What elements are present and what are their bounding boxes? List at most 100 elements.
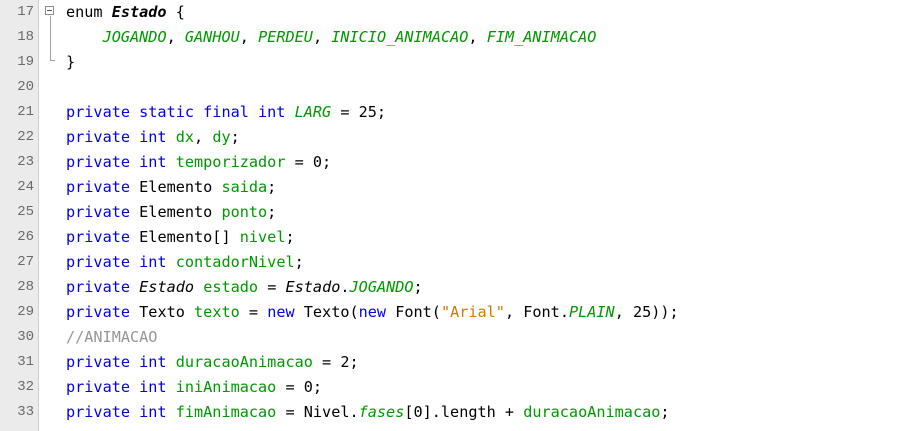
code-token: = 0; [276, 378, 323, 396]
code-token: saida [221, 178, 268, 196]
code-token: private [66, 178, 140, 196]
code-text: private Elemento[] nivel; [66, 225, 295, 250]
code-token: = 0; [285, 153, 332, 171]
code-token: ; [267, 203, 277, 221]
code-token: ; [285, 228, 295, 246]
code-token: private int [66, 403, 176, 421]
code-text: private static final int LARG = 25; [66, 100, 386, 125]
code-line[interactable]: 30 //ANIMACAO [0, 325, 911, 350]
code-text: private Elemento saida; [66, 175, 276, 200]
code-token: private int [66, 353, 176, 371]
code-token: temporizador [175, 153, 286, 171]
code-area[interactable]: 17 enum Estado {18 JOGANDO, GANHOU, PERDE… [0, 0, 911, 425]
line-number: 22 [17, 129, 34, 145]
fold-range-end [50, 60, 55, 61]
code-token: Elemento [139, 203, 222, 221]
line-number: 26 [17, 229, 34, 245]
code-text: private int iniAnimacao = 0; [66, 375, 322, 400]
code-line[interactable]: 20 [0, 75, 911, 100]
code-token: estado [203, 278, 259, 296]
code-token: private int [66, 128, 176, 146]
code-token: nivel [239, 228, 286, 246]
code-token: , Font. [504, 303, 569, 321]
code-token: new [358, 303, 396, 321]
code-line[interactable]: 31 private int duracaoAnimacao = 2; [0, 350, 911, 375]
code-token: FIM_ANIMACAO [486, 28, 597, 46]
code-token: private int [66, 378, 176, 396]
code-token: } [66, 53, 76, 71]
code-token: Elemento[] [139, 228, 240, 246]
line-number: 19 [17, 54, 34, 70]
line-number: 32 [17, 379, 34, 395]
code-line[interactable]: 23 private int temporizador = 0; [0, 150, 911, 175]
code-token: fases [358, 403, 405, 421]
code-token: duracaoAnimacao [523, 403, 661, 421]
code-line[interactable]: 18 JOGANDO, GANHOU, PERDEU, INICIO_ANIMA… [0, 25, 911, 50]
code-token: ; [230, 128, 240, 146]
code-token: INICIO_ANIMACAO [331, 28, 469, 46]
code-token: dx [175, 128, 195, 146]
code-token: . [340, 278, 350, 296]
code-line[interactable]: 28 private Estado estado = Estado.JOGANDO… [0, 275, 911, 300]
code-token: PLAIN [568, 303, 615, 321]
code-token: Estado [111, 3, 167, 21]
line-number: 23 [17, 154, 34, 170]
code-token: , [166, 28, 185, 46]
code-token: Estado [285, 278, 341, 296]
code-token: PERDEU [258, 28, 313, 46]
code-token: private [66, 303, 140, 321]
code-token: [0].length + [404, 403, 524, 421]
code-token: fimAnimacao [175, 403, 277, 421]
code-token: = Nivel. [276, 403, 359, 421]
code-token: , [312, 28, 332, 46]
code-token: = [258, 278, 286, 296]
code-text: private int dx, dy; [66, 125, 240, 150]
code-token: private [66, 278, 140, 296]
code-text: private int contadorNivel; [66, 250, 304, 275]
code-token: texto [194, 303, 240, 321]
code-line[interactable]: 21 private static final int LARG = 25; [0, 100, 911, 125]
code-token: enum [66, 3, 112, 21]
code-token: private int [66, 253, 176, 271]
code-token: , [468, 28, 487, 46]
code-text: private int duracaoAnimacao = 2; [66, 350, 359, 375]
code-token: , 25)); [614, 303, 679, 321]
code-token: duracaoAnimacao [175, 353, 313, 371]
code-line[interactable]: 22 private int dx, dy; [0, 125, 911, 150]
code-token: //ANIMACAO [66, 328, 158, 346]
line-number: 27 [17, 254, 34, 270]
code-token: private [66, 228, 140, 246]
line-number: 30 [17, 329, 34, 345]
code-line[interactable]: 25 private Elemento ponto; [0, 200, 911, 225]
code-token: new [267, 303, 304, 321]
code-line[interactable]: 26 private Elemento[] nivel; [0, 225, 911, 250]
code-token: = 25; [331, 103, 387, 121]
code-token: JOGANDO [102, 28, 167, 46]
line-number: 24 [17, 179, 34, 195]
code-token: Elemento [139, 178, 222, 196]
code-text: } [66, 50, 75, 75]
code-token: , [239, 28, 259, 46]
line-number: 20 [17, 79, 34, 95]
code-token: = 2; [312, 353, 359, 371]
fold-collapse-icon[interactable] [45, 6, 54, 15]
line-number: 21 [17, 104, 34, 120]
code-line[interactable]: 33 private int fimAnimacao = Nivel.fases[… [0, 400, 911, 425]
code-editor[interactable]: 17 enum Estado {18 JOGANDO, GANHOU, PERDE… [0, 0, 911, 431]
code-line[interactable]: 24 private Elemento saida; [0, 175, 911, 200]
code-token: Font( [395, 303, 441, 321]
code-token: ; [267, 178, 277, 196]
code-line[interactable]: 19} [0, 50, 911, 75]
code-line[interactable]: 17 enum Estado { [0, 0, 911, 25]
code-line[interactable]: 32 private int iniAnimacao = 0; [0, 375, 911, 400]
code-token: ; [294, 253, 304, 271]
code-token: ; [660, 403, 670, 421]
code-token: ponto [221, 203, 268, 221]
code-token: iniAnimacao [175, 378, 277, 396]
code-token: = [239, 303, 268, 321]
line-number: 29 [17, 304, 34, 320]
code-line[interactable]: 27 private int contadorNivel; [0, 250, 911, 275]
code-line[interactable]: 29 private Texto texto = new Texto(new Fo… [0, 300, 911, 325]
